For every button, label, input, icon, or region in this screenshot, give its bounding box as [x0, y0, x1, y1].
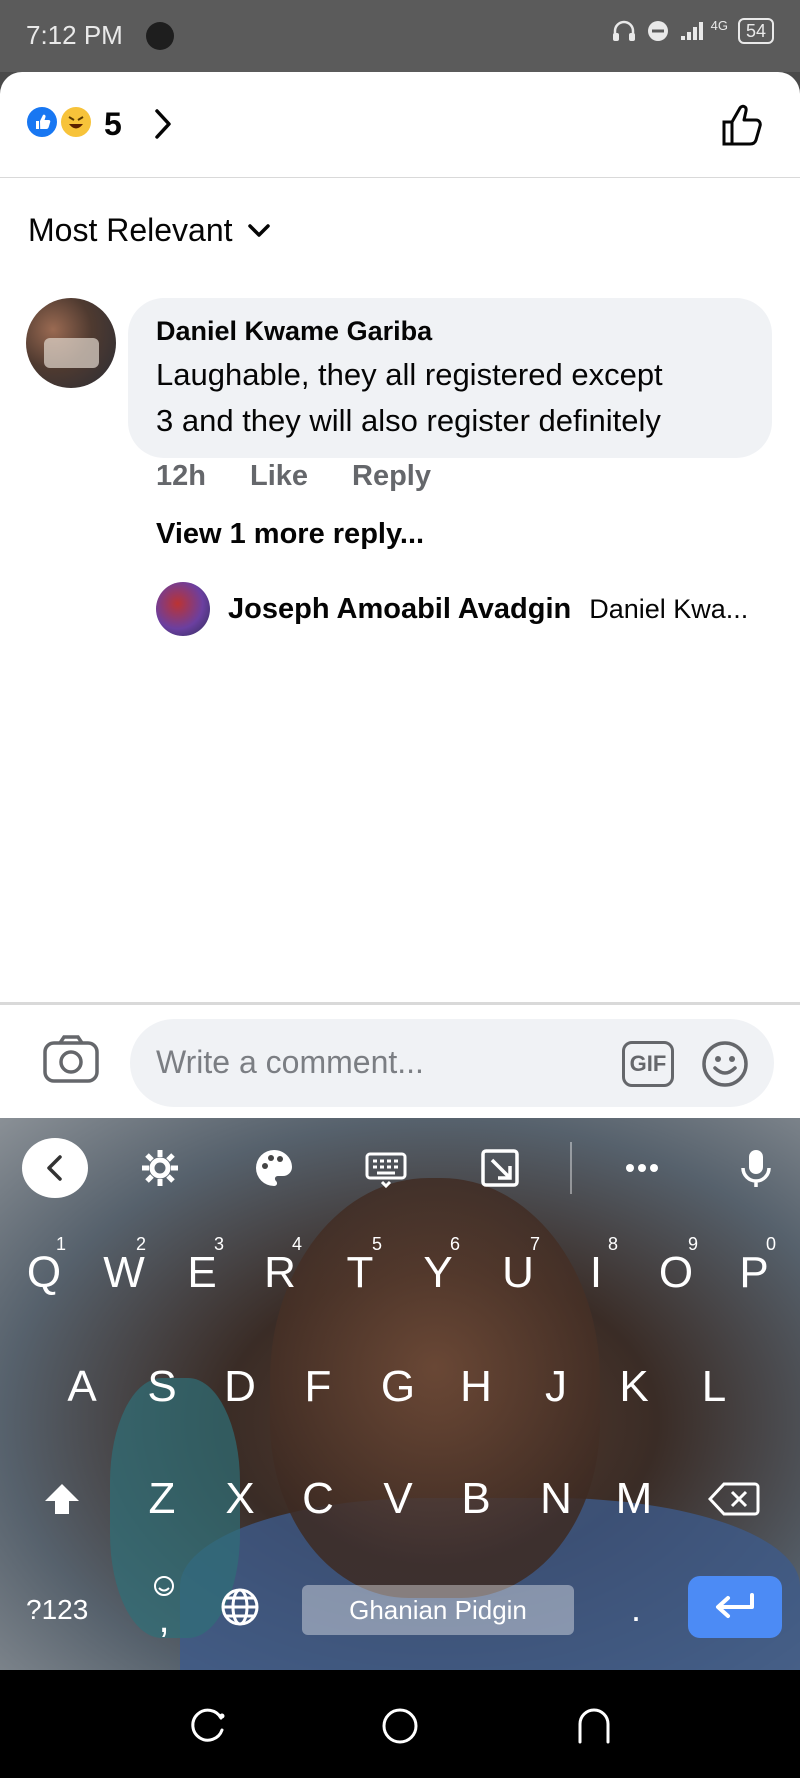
comment-composer: GIF [0, 1002, 800, 1118]
reply-preview[interactable]: Joseph Amoabil Avadgin Daniel Kwa... [156, 582, 748, 636]
emoji-comma-key[interactable]: , [128, 1562, 200, 1652]
key-c[interactable]: C [282, 1454, 354, 1544]
comments-sheet: 5 Most Relevant Daniel Kwame Gariba Laug… [0, 72, 800, 1118]
reply-snippet: Daniel Kwa... [589, 593, 749, 624]
comment-time: 12h [156, 460, 206, 492]
signal-icon [680, 22, 703, 40]
key-v[interactable]: V [362, 1454, 434, 1544]
more-options-icon[interactable] [620, 1146, 664, 1190]
keyboard-row-2: A S D F G H J K L [0, 1342, 800, 1432]
comment-bubble[interactable]: Daniel Kwame Gariba Laughable, they all … [128, 298, 772, 458]
key-t[interactable]: T5 [324, 1228, 396, 1318]
chevron-down-icon [247, 223, 270, 237]
home-icon[interactable] [380, 1706, 420, 1746]
key-y[interactable]: Y6 [402, 1228, 474, 1318]
key-f[interactable]: F [282, 1342, 354, 1432]
avatar[interactable] [26, 298, 116, 388]
status-time: 7:12 PM [26, 20, 123, 50]
emoji-small-icon [154, 1576, 174, 1596]
comment-text-line: Laughable, they all registered except [156, 357, 663, 392]
microphone-icon[interactable] [734, 1146, 778, 1190]
key-h[interactable]: H [440, 1342, 512, 1432]
backspace-icon [708, 1482, 760, 1516]
backspace-key[interactable] [698, 1454, 770, 1544]
haha-reaction-icon [58, 104, 94, 140]
view-more-replies-link[interactable]: View 1 more reply... [156, 518, 424, 551]
comma-label: , [158, 1596, 170, 1641]
key-i[interactable]: I8 [560, 1228, 632, 1318]
chevron-right-icon[interactable] [148, 106, 178, 142]
key-l[interactable]: L [678, 1342, 750, 1432]
keyboard-layout-icon[interactable] [364, 1146, 408, 1190]
enter-icon [716, 1593, 754, 1618]
camera-icon[interactable] [42, 1033, 100, 1085]
keyboard-row-1: Q1 W2 E3 R4 T5 Y6 U7 I8 O9 P0 [0, 1228, 800, 1318]
comment-input[interactable] [156, 1039, 596, 1085]
resize-keyboard-icon[interactable] [478, 1146, 522, 1190]
key-m[interactable]: M [598, 1454, 670, 1544]
key-d[interactable]: D [204, 1342, 276, 1432]
comment-author[interactable]: Daniel Kwame Gariba [156, 314, 744, 348]
key-u[interactable]: U7 [482, 1228, 554, 1318]
reply-button[interactable]: Reply [352, 460, 431, 493]
comment-text-line: 3 and they will also register definitely [156, 403, 661, 438]
comment-text: Laughable, they all registered except 3 … [156, 352, 744, 444]
palette-icon[interactable] [252, 1146, 296, 1190]
symbols-key[interactable]: ?123 [26, 1594, 88, 1626]
key-s[interactable]: S [126, 1342, 198, 1432]
chevron-left-icon [47, 1155, 62, 1181]
status-bar: 7:12 PM 4G 54 [0, 0, 800, 72]
key-w[interactable]: W2 [88, 1228, 160, 1318]
globe-icon[interactable] [220, 1587, 260, 1627]
emoji-icon[interactable] [700, 1039, 750, 1089]
like-post-button[interactable] [720, 102, 766, 148]
reactions-bar[interactable]: 5 [0, 72, 800, 178]
reaction-count: 5 [104, 106, 122, 142]
comment-input-container: GIF [130, 1019, 774, 1107]
reply-author: Joseph Amoabil Avadgin [228, 592, 572, 625]
key-e[interactable]: E3 [166, 1228, 238, 1318]
do-not-disturb-icon [647, 21, 668, 41]
space-bar[interactable]: Ghanian Pidgin [302, 1585, 574, 1635]
keyboard: Q1 W2 E3 R4 T5 Y6 U7 I8 O9 P0 A S D F G … [0, 1118, 800, 1670]
recent-apps-icon[interactable] [188, 1706, 228, 1746]
avatar [156, 582, 210, 636]
period-key[interactable]: . [600, 1564, 672, 1654]
key-a[interactable]: A [46, 1342, 118, 1432]
key-g[interactable]: G [362, 1342, 434, 1432]
network-type: 4G [710, 17, 728, 33]
shift-icon [45, 1484, 79, 1514]
key-q[interactable]: Q1 [8, 1228, 80, 1318]
shift-key[interactable] [26, 1454, 98, 1544]
headphones-icon [612, 20, 635, 41]
keyboard-back-button[interactable] [22, 1138, 88, 1198]
enter-key[interactable] [688, 1576, 782, 1638]
key-n[interactable]: N [520, 1454, 592, 1544]
key-z[interactable]: Z [126, 1454, 198, 1544]
keyboard-row-3: Z X C V B N M [0, 1454, 800, 1544]
sort-dropdown[interactable]: Most Relevant [28, 212, 271, 249]
like-reaction-icon [24, 104, 60, 140]
key-j[interactable]: J [520, 1342, 592, 1432]
comment-actions: 12h Like Reply [156, 460, 431, 493]
status-icons: 4G 54 [611, 18, 774, 44]
settings-gear-icon[interactable] [138, 1146, 182, 1190]
notification-dot-icon [146, 22, 174, 50]
key-r[interactable]: R4 [244, 1228, 316, 1318]
key-x[interactable]: X [204, 1454, 276, 1544]
key-k[interactable]: K [598, 1342, 670, 1432]
battery-indicator: 54 [737, 18, 774, 44]
toolbar-divider [570, 1142, 572, 1194]
navigation-bar [0, 1670, 800, 1778]
like-comment-button[interactable]: Like [250, 460, 308, 493]
key-o[interactable]: O9 [640, 1228, 712, 1318]
gif-button[interactable]: GIF [622, 1041, 674, 1087]
back-icon[interactable] [574, 1706, 614, 1746]
sort-label: Most Relevant [28, 212, 233, 248]
key-p[interactable]: P0 [718, 1228, 790, 1318]
key-b[interactable]: B [440, 1454, 512, 1544]
